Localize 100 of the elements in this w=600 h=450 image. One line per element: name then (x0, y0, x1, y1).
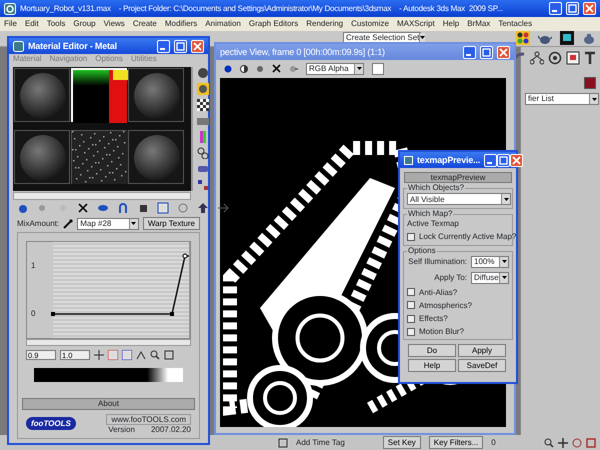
material-editor-icon[interactable] (516, 31, 530, 45)
go-parent-icon[interactable] (197, 202, 209, 214)
app-icon (4, 2, 16, 14)
magnet-icon[interactable] (117, 202, 129, 214)
caret-icon[interactable] (502, 276, 506, 280)
set-key-button[interactable]: Set Key (382, 436, 421, 449)
objects-dropdown[interactable]: All Visible (407, 193, 511, 206)
checkbox-label[interactable]: Motion Blur? (419, 327, 464, 336)
app-icon (13, 40, 24, 52)
menu-item[interactable]: BrMax (467, 19, 490, 29)
version-label: Version (108, 424, 135, 434)
logo: fooTOOLS (26, 417, 76, 430)
zoom-icon[interactable] (150, 350, 160, 360)
color-swatch[interactable] (372, 62, 384, 75)
window-title: Material Editor - Metal (28, 40, 118, 52)
checkbox-label[interactable]: Lock Currently Active Map? (419, 232, 516, 242)
checkbox-label[interactable]: Anti-Alias? (419, 288, 458, 297)
pan-icon[interactable] (558, 438, 568, 448)
map-dropdown[interactable]: Map #28 (77, 218, 139, 230)
caret-icon[interactable] (420, 36, 426, 39)
move-point-icon[interactable] (108, 350, 118, 360)
menu-item[interactable]: Tentacles (498, 19, 532, 29)
orbit-icon[interactable] (572, 438, 582, 448)
axis-label: 1 (31, 261, 36, 271)
menu-item[interactable]: Rendering (306, 19, 344, 29)
version-number: 2007.02.20 (150, 424, 191, 434)
maximize-viewport-icon[interactable] (586, 438, 596, 448)
hammer-icon[interactable] (584, 51, 596, 65)
checker-icon[interactable] (197, 99, 209, 111)
teapot-icon[interactable] (582, 31, 596, 45)
checkbox[interactable] (407, 314, 415, 323)
menu-item[interactable]: Tools (46, 19, 66, 29)
menu-item[interactable]: File (4, 19, 17, 29)
rollout-header[interactable]: About (22, 398, 195, 410)
window-title: pective View, frame 0 [00h:00m:09.9s] (1:1) (220, 46, 386, 58)
apply-to-dropdown[interactable]: Diffuse (471, 272, 509, 284)
caret-icon[interactable] (592, 98, 596, 100)
scale-point-icon[interactable] (122, 350, 132, 360)
scrollbar[interactable] (189, 242, 190, 338)
scrollbar[interactable] (13, 192, 191, 200)
hierarchy-icon[interactable] (530, 51, 544, 65)
menu-item[interactable]: Graph Editors (248, 19, 298, 29)
active-texmap-label: Active Texmap (407, 219, 460, 228)
modifier-list-dropdown[interactable]: fier List (525, 93, 599, 105)
channel-dot-icon[interactable] (224, 64, 232, 73)
frame-window-icon[interactable] (560, 31, 574, 45)
menu-item[interactable]: Modifiers (164, 19, 198, 29)
dot-icon[interactable] (256, 64, 264, 73)
checkbox-label[interactable]: Atmospherics? (419, 300, 472, 310)
menu-item[interactable]: Views (104, 19, 125, 29)
group-label: Which Objects? (407, 183, 466, 192)
menu-item[interactable]: MAXScript (396, 19, 435, 29)
self-illumination-dropdown[interactable]: 100% (471, 256, 509, 268)
group-label: Which Map? (407, 209, 454, 218)
sample-slot[interactable] (71, 130, 127, 184)
dialog-button[interactable]: SaveDef (458, 359, 506, 372)
scrollbar[interactable] (191, 67, 193, 191)
color-swatch[interactable] (584, 77, 596, 89)
scrollbar[interactable] (26, 339, 191, 346)
window-title: Mortuary_Robot_v131.max (20, 4, 111, 14)
caret-icon[interactable] (502, 260, 506, 264)
zoom-region-icon[interactable] (164, 350, 174, 360)
zoom-icon[interactable] (544, 438, 554, 448)
checkbox-label[interactable]: Effects? (419, 314, 448, 324)
menu-item[interactable]: Help (442, 19, 460, 29)
sample-sphere-icon[interactable] (197, 67, 209, 79)
target-icon[interactable] (548, 51, 562, 65)
menu-item[interactable]: Customize (351, 19, 389, 29)
caret-icon[interactable] (131, 222, 136, 225)
delete-icon[interactable] (77, 202, 89, 214)
caret-icon[interactable] (356, 67, 362, 70)
checkbox[interactable] (407, 328, 415, 336)
checkbox[interactable] (407, 232, 415, 241)
rollout-header[interactable]: texmapPreview (404, 172, 512, 184)
frame-field[interactable]: 0 (491, 438, 496, 448)
menu-item[interactable]: Animation (205, 19, 241, 29)
dialog-button[interactable]: Apply (458, 344, 506, 358)
app-icon (404, 156, 413, 164)
mix-amount-label: MixAmount: (17, 218, 60, 228)
website-link[interactable]: www.fooTOOLS.com (106, 414, 191, 425)
backlight-icon[interactable] (197, 83, 209, 95)
key-filters-button[interactable]: Key Filters... (428, 436, 484, 449)
dialog-button[interactable]: Do (408, 344, 456, 358)
pan-icon[interactable] (94, 350, 104, 360)
dialog-button[interactable]: Help (408, 359, 456, 372)
display-icon[interactable] (566, 51, 580, 65)
menu-item[interactable]: Create (132, 19, 157, 29)
checkbox[interactable] (407, 301, 415, 310)
checkbox[interactable] (407, 288, 415, 296)
menu-item[interactable]: Edit (24, 19, 39, 29)
warp-texture-button[interactable]: Warp Texture (142, 217, 200, 230)
clear-icon[interactable] (272, 64, 281, 74)
eyedropper-icon[interactable] (63, 218, 74, 228)
field-label: Self Illumination: (408, 256, 467, 266)
menu-item[interactable]: Group (73, 19, 96, 29)
half-circle-icon[interactable] (240, 64, 248, 73)
caret-icon[interactable] (504, 198, 508, 201)
add-time-tag-label[interactable]: Add Time Tag (296, 438, 345, 448)
channel-dropdown[interactable]: RGB Alpha (306, 62, 364, 75)
time-tag-icon[interactable] (278, 438, 288, 448)
